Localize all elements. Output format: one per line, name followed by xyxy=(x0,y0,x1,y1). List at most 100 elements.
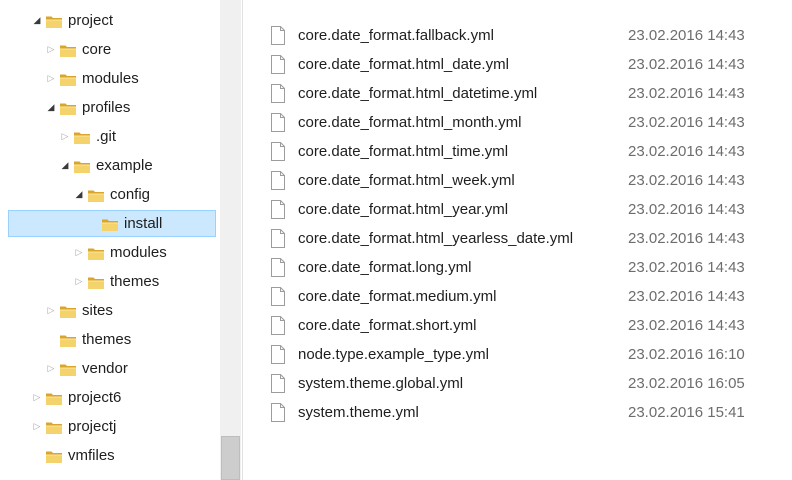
folder-icon xyxy=(59,303,77,319)
file-name: core.date_format.html_week.yml xyxy=(298,172,515,189)
file-icon xyxy=(271,55,285,74)
tree-item[interactable]: ▷ core xyxy=(8,36,216,63)
folder-icon xyxy=(45,419,63,435)
file-icon xyxy=(271,113,285,132)
tree-item[interactable]: themes xyxy=(8,326,216,353)
tree-expanded-arrow-icon[interactable]: ◢ xyxy=(31,8,43,33)
tree-item-label: sites xyxy=(82,302,113,319)
tree-item[interactable]: install xyxy=(8,210,216,237)
tree-item[interactable]: ▷ project6 xyxy=(8,384,216,411)
file-date-modified: 23.02.2016 14:43 xyxy=(628,172,745,189)
tree-item[interactable]: ▷ sites xyxy=(8,297,216,324)
tree-item[interactable]: ▷ modules xyxy=(8,65,216,92)
tree-expanded-arrow-icon[interactable]: ◢ xyxy=(59,153,71,178)
file-date-modified: 23.02.2016 14:43 xyxy=(628,201,745,218)
file-list: core.date_format.fallback.yml 23.02.2016 … xyxy=(243,0,792,480)
file-date-modified: 23.02.2016 14:43 xyxy=(628,288,745,305)
scrollbar-thumb[interactable] xyxy=(221,436,240,480)
file-name: system.theme.yml xyxy=(298,404,419,421)
file-name: core.date_format.short.yml xyxy=(298,317,477,334)
file-row[interactable]: node.type.example_type.yml 23.02.2016 16:… xyxy=(271,341,771,368)
tree-item[interactable]: ▷ themes xyxy=(8,268,216,295)
file-row[interactable]: core.date_format.html_month.yml 23.02.201… xyxy=(271,109,771,136)
file-name: core.date_format.medium.yml xyxy=(298,288,497,305)
file-row[interactable]: core.date_format.medium.yml 23.02.2016 14… xyxy=(271,283,771,310)
file-row[interactable]: core.date_format.html_datetime.yml 23.02.… xyxy=(271,80,771,107)
tree-item[interactable]: vmfiles xyxy=(8,442,216,469)
folder-icon xyxy=(45,448,63,464)
tree-collapsed-arrow-icon[interactable]: ▷ xyxy=(31,414,43,439)
tree-collapsed-arrow-icon[interactable]: ▷ xyxy=(45,66,57,91)
folder-icon xyxy=(87,274,105,290)
file-name: core.date_format.html_month.yml xyxy=(298,114,522,131)
file-date-modified: 23.02.2016 16:10 xyxy=(628,346,745,363)
tree-item-label: install xyxy=(124,215,163,232)
file-date-modified: 23.02.2016 15:41 xyxy=(628,404,745,421)
tree-collapsed-arrow-icon[interactable]: ▷ xyxy=(31,385,43,410)
file-name: core.date_format.html_time.yml xyxy=(298,143,509,160)
file-row[interactable]: core.date_format.html_year.yml 23.02.2016… xyxy=(271,196,771,223)
folder-icon xyxy=(101,216,119,232)
tree-item-label: .git xyxy=(96,128,117,145)
file-icon xyxy=(271,142,285,161)
file-icon xyxy=(271,200,285,219)
file-row[interactable]: core.date_format.html_date.yml 23.02.2016… xyxy=(271,51,771,78)
file-row[interactable]: core.date_format.html_time.yml 23.02.2016… xyxy=(271,138,771,165)
tree-item[interactable]: ▷ .git xyxy=(8,123,216,150)
tree-item-label: vmfiles xyxy=(68,447,115,464)
tree-item-label: example xyxy=(96,157,153,174)
file-icon xyxy=(271,258,285,277)
file-icon xyxy=(271,84,285,103)
file-name: core.date_format.html_date.yml xyxy=(298,56,509,73)
tree-item-label: themes xyxy=(110,273,160,290)
tree-item[interactable]: ◢ project xyxy=(8,7,216,34)
folder-tree: ◢ project ▷ core ▷ modules ◢ profiles ▷ .git ◢ exam… xyxy=(0,0,220,480)
file-icon xyxy=(271,316,285,335)
tree-collapsed-arrow-icon[interactable]: ▷ xyxy=(73,269,85,294)
tree-expanded-arrow-icon[interactable]: ◢ xyxy=(45,95,57,120)
file-row[interactable]: core.date_format.fallback.yml 23.02.2016 … xyxy=(271,22,771,49)
file-row[interactable]: system.theme.global.yml 23.02.2016 16:05 xyxy=(271,370,771,397)
tree-item[interactable]: ◢ profiles xyxy=(8,94,216,121)
tree-item-label: project6 xyxy=(68,389,122,406)
file-row[interactable]: core.date_format.html_week.yml 23.02.2016… xyxy=(271,167,771,194)
folder-icon xyxy=(59,332,77,348)
folder-icon xyxy=(87,245,105,261)
folder-icon xyxy=(59,42,77,58)
navigation-scrollbar[interactable] xyxy=(220,0,241,480)
file-icon xyxy=(271,26,285,45)
file-date-modified: 23.02.2016 14:43 xyxy=(628,85,745,102)
file-date-modified: 23.02.2016 14:43 xyxy=(628,317,745,334)
tree-collapsed-arrow-icon[interactable]: ▷ xyxy=(45,298,57,323)
folder-icon xyxy=(73,158,91,174)
tree-item-label: themes xyxy=(82,331,132,348)
file-icon xyxy=(271,374,285,393)
folder-icon xyxy=(45,390,63,406)
file-icon xyxy=(271,171,285,190)
tree-item[interactable]: ▷ modules xyxy=(8,239,216,266)
file-row[interactable]: core.date_format.short.yml 23.02.2016 14:… xyxy=(271,312,771,339)
file-row[interactable]: core.date_format.html_yearless_date.yml 2… xyxy=(271,225,771,252)
file-name: core.date_format.html_year.yml xyxy=(298,201,509,218)
tree-item[interactable]: ◢ example xyxy=(8,152,216,179)
tree-item[interactable]: ▷ projectj xyxy=(8,413,216,440)
folder-icon xyxy=(73,129,91,145)
file-row[interactable]: system.theme.yml 23.02.2016 15:41 xyxy=(271,399,771,426)
file-date-modified: 23.02.2016 14:43 xyxy=(628,114,745,131)
tree-collapsed-arrow-icon[interactable]: ▷ xyxy=(59,124,71,149)
file-icon xyxy=(271,403,285,422)
tree-expanded-arrow-icon[interactable]: ◢ xyxy=(73,182,85,207)
file-name: system.theme.global.yml xyxy=(298,375,464,392)
folder-icon xyxy=(59,71,77,87)
file-icon xyxy=(271,229,285,248)
file-row[interactable]: core.date_format.long.yml 23.02.2016 14:4… xyxy=(271,254,771,281)
tree-item[interactable]: ▷ vendor xyxy=(8,355,216,382)
tree-item-label: modules xyxy=(110,244,167,261)
folder-icon xyxy=(87,187,105,203)
tree-collapsed-arrow-icon[interactable]: ▷ xyxy=(73,240,85,265)
file-date-modified: 23.02.2016 14:43 xyxy=(628,27,745,44)
file-icon xyxy=(271,345,285,364)
tree-collapsed-arrow-icon[interactable]: ▷ xyxy=(45,37,57,62)
tree-item[interactable]: ◢ config xyxy=(8,181,216,208)
tree-collapsed-arrow-icon[interactable]: ▷ xyxy=(45,356,57,381)
